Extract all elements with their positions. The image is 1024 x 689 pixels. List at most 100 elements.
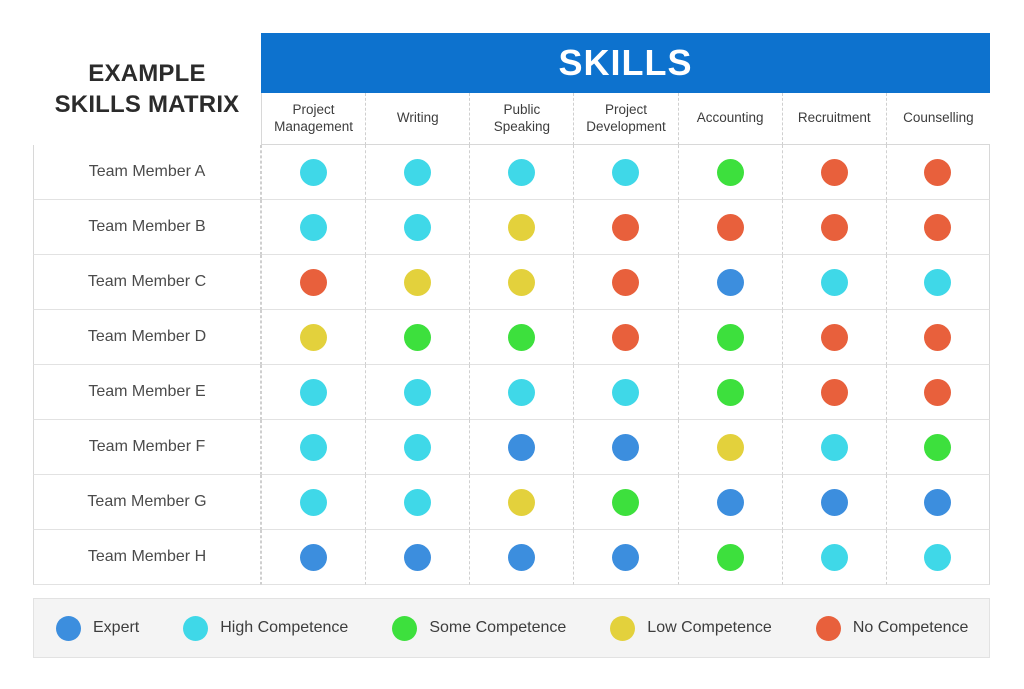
matrix-cell xyxy=(573,420,678,475)
matrix-cell xyxy=(261,310,366,365)
legend-dot-high xyxy=(183,615,209,641)
competence-dot-none xyxy=(820,378,848,406)
matrix-cell xyxy=(885,310,990,365)
matrix-cell xyxy=(885,420,990,475)
legend: Expert High Competence Some Competence Low … xyxy=(33,598,990,658)
competence-dot-some xyxy=(612,488,640,516)
matrix-cell xyxy=(677,145,782,200)
matrix-cell xyxy=(781,255,886,310)
page-title: EXAMPLE SKILLS MATRIX xyxy=(33,33,261,145)
competence-dot-some xyxy=(716,543,744,571)
competence-dot-high xyxy=(820,543,848,571)
matrix-cell xyxy=(885,365,990,420)
matrix-cell xyxy=(885,530,990,585)
competence-dot-none xyxy=(924,323,952,351)
competence-dot-high xyxy=(404,488,432,516)
competence-dot-low xyxy=(300,323,328,351)
matrix-cell xyxy=(781,310,886,365)
competence-dot-expert xyxy=(404,543,432,571)
competence-dot-high xyxy=(300,488,328,516)
competence-dot-low xyxy=(716,433,744,461)
matrix-cell xyxy=(261,475,366,530)
legend-dot-low xyxy=(610,615,636,641)
column-header-recruitment: Recruitment xyxy=(781,93,886,145)
row-header-member: Team Member F xyxy=(33,420,261,475)
competence-dot-expert xyxy=(612,433,640,461)
matrix-cell xyxy=(469,530,574,585)
competence-dot-high xyxy=(404,433,432,461)
competence-dot-none xyxy=(820,158,848,186)
column-header-counselling: Counselling xyxy=(885,93,990,145)
matrix-cell xyxy=(781,200,886,255)
matrix-cell xyxy=(677,200,782,255)
matrix-cell xyxy=(469,475,574,530)
legend-dot-some xyxy=(392,615,418,641)
row-header-member: Team Member B xyxy=(33,200,261,255)
row-header-member: Team Member G xyxy=(33,475,261,530)
legend-item-high: High Competence xyxy=(183,615,348,641)
matrix-cell xyxy=(573,200,678,255)
matrix-cell xyxy=(469,420,574,475)
competence-dot-high xyxy=(300,213,328,241)
competence-dot-none xyxy=(924,213,952,241)
legend-dot-none xyxy=(815,615,841,641)
matrix-cell xyxy=(365,475,470,530)
row-header-member: Team Member H xyxy=(33,530,261,585)
competence-dot-none xyxy=(924,158,952,186)
skills-matrix-table: EXAMPLE SKILLS MATRIX SKILLS Project Man… xyxy=(33,33,990,585)
competence-dot-low xyxy=(508,213,536,241)
matrix-cell xyxy=(781,530,886,585)
matrix-cell xyxy=(365,530,470,585)
competence-dot-none xyxy=(300,268,328,296)
competence-dot-low xyxy=(404,268,432,296)
competence-dot-high xyxy=(508,158,536,186)
legend-item-some: Some Competence xyxy=(392,615,567,641)
competence-dot-high xyxy=(300,378,328,406)
matrix-cell xyxy=(365,145,470,200)
legend-item-expert: Expert xyxy=(56,615,139,641)
row-header-member: Team Member D xyxy=(33,310,261,365)
matrix-cell xyxy=(469,310,574,365)
competence-dot-high xyxy=(820,433,848,461)
competence-dot-high xyxy=(404,378,432,406)
matrix-cell xyxy=(573,310,678,365)
page-title-line-2: SKILLS MATRIX xyxy=(54,91,240,118)
competence-dot-high xyxy=(612,158,640,186)
matrix-cell xyxy=(885,145,990,200)
legend-label-some: Some Competence xyxy=(429,619,567,636)
column-header-accounting: Accounting xyxy=(677,93,782,145)
competence-dot-none xyxy=(820,323,848,351)
competence-dot-none xyxy=(716,213,744,241)
matrix-cell xyxy=(677,420,782,475)
matrix-cell xyxy=(261,365,366,420)
row-header-member: Team Member C xyxy=(33,255,261,310)
matrix-cell xyxy=(469,255,574,310)
competence-dot-high xyxy=(924,543,952,571)
row-header-member: Team Member A xyxy=(33,145,261,200)
matrix-cell xyxy=(365,365,470,420)
competence-dot-expert xyxy=(300,543,328,571)
legend-label-none: No Competence xyxy=(852,619,969,636)
competence-dot-high xyxy=(508,378,536,406)
competence-dot-high xyxy=(612,378,640,406)
competence-dot-some xyxy=(716,323,744,351)
competence-dot-expert xyxy=(508,543,536,571)
matrix-cell xyxy=(261,420,366,475)
matrix-cell xyxy=(573,530,678,585)
competence-dot-some xyxy=(924,433,952,461)
matrix-cell xyxy=(469,145,574,200)
matrix-cell xyxy=(677,255,782,310)
competence-dot-expert xyxy=(612,543,640,571)
competence-dot-low xyxy=(508,488,536,516)
matrix-cell xyxy=(573,475,678,530)
competence-dot-high xyxy=(300,433,328,461)
competence-dot-none xyxy=(612,268,640,296)
competence-dot-none xyxy=(820,213,848,241)
matrix-cell xyxy=(885,200,990,255)
matrix-cell xyxy=(781,145,886,200)
matrix-cell xyxy=(677,475,782,530)
matrix-cell xyxy=(469,365,574,420)
legend-label-low: Low Competence xyxy=(647,619,772,636)
column-header-public-speaking: Public Speaking xyxy=(469,93,574,145)
matrix-cell xyxy=(677,365,782,420)
